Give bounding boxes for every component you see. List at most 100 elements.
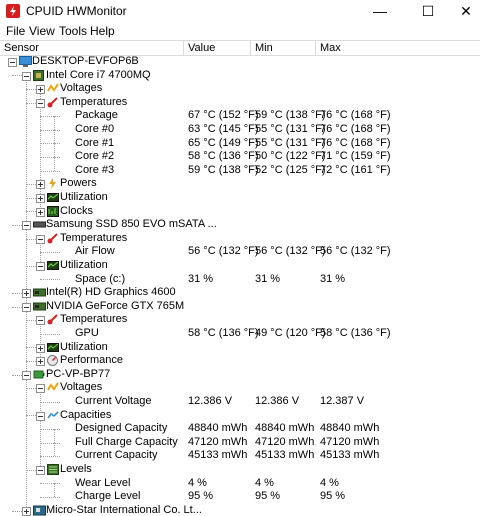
sensor-row[interactable]: Core #1 65 °C (149 °F) 55 °C (131 °F) 76 °C… — [0, 137, 480, 151]
temperature-icon — [47, 97, 58, 108]
menu-tools[interactable]: Tools — [59, 24, 87, 38]
sensor-max: 12.387 V — [320, 395, 365, 407]
sensor-label: Powers — [60, 177, 97, 190]
collapse-icon[interactable] — [22, 370, 31, 380]
sensor-row[interactable]: Package 67 °C (152 °F) 59 °C (138 °F) 76 °C… — [0, 109, 480, 123]
tree-node[interactable]: Performance — [0, 354, 480, 368]
sensor-max: 31 % — [320, 272, 346, 285]
collapse-icon[interactable] — [36, 466, 45, 475]
menu-help[interactable]: Help — [90, 24, 115, 38]
sensor-min: 59 °C (138 °F) — [255, 109, 326, 122]
sensor-row[interactable]: Designed Capacity 48840 mWh 48840 mWh 48840… — [0, 422, 480, 436]
minimize-button[interactable]: — — [360, 0, 400, 22]
expand-icon[interactable] — [36, 85, 45, 95]
collapse-icon[interactable] — [22, 302, 31, 312]
sensor-row[interactable]: Core #0 63 °C (145 °F) 55 °C (131 °F) 76 °C… — [0, 123, 480, 137]
tree-node[interactable]: Utilization — [0, 259, 480, 273]
voltage-icon — [47, 382, 59, 393]
tree-node[interactable]: Intel(R) HD Graphics 4600 — [0, 286, 480, 300]
app-logo-icon — [6, 4, 20, 18]
tree-node[interactable]: Micro-Star International Co. Lt... — [0, 504, 480, 516]
sensor-max: 76 °C (168 °F) — [320, 136, 391, 149]
tree-node[interactable]: Temperatures — [0, 313, 480, 327]
expand-icon[interactable] — [36, 357, 45, 367]
expand-icon[interactable] — [22, 506, 31, 516]
collapse-icon[interactable] — [8, 58, 17, 67]
sensor-row[interactable]: Charge Level 95 % 95 % 95 % — [0, 490, 480, 504]
collapse-icon[interactable] — [36, 411, 45, 421]
sensor-max: 47120 mWh — [320, 435, 380, 448]
tree-node[interactable]: DESKTOP-EVFOP6B — [0, 55, 480, 69]
sensor-row[interactable]: Current Capacity 45133 mWh 45133 mWh 45133 … — [0, 449, 480, 463]
tree-node[interactable]: Samsung SSD 850 EVO mSATA ... — [0, 218, 480, 232]
sensor-label: Voltages — [60, 82, 103, 95]
sensor-row[interactable]: Core #3 59 °C (138 °F) 52 °C (125 °F) 72 °C… — [0, 164, 480, 178]
column-min[interactable]: Min — [250, 41, 315, 55]
sensor-row[interactable]: Current Voltage 12.386 V 12.386 V 12.387 V — [0, 395, 480, 409]
expand-icon[interactable] — [36, 194, 45, 203]
clock-icon — [47, 205, 59, 217]
menu-view[interactable]: View — [29, 24, 55, 38]
tree-node[interactable]: Utilization — [0, 191, 480, 205]
sensor-label: Temperatures — [60, 313, 128, 326]
utilization-icon — [47, 192, 59, 203]
tree-node[interactable]: Clocks — [0, 205, 480, 219]
utilization-icon — [47, 342, 59, 353]
sensor-label: GPU — [75, 327, 99, 339]
sensor-tree[interactable]: DESKTOP-EVFOP6B Intel Core i7 4700MQ Volta… — [0, 55, 480, 516]
expand-icon[interactable] — [22, 289, 31, 299]
levels-icon — [47, 464, 59, 475]
sensor-min: 56 °C (132 °F) — [255, 245, 326, 258]
collapse-icon[interactable] — [36, 234, 45, 244]
tree-node[interactable]: Capacities — [0, 409, 480, 423]
tree-node[interactable]: Temperatures — [0, 232, 480, 246]
collapse-icon[interactable] — [36, 98, 45, 108]
menu-file[interactable]: File — [6, 24, 25, 38]
sensor-label: Air Flow — [75, 245, 115, 258]
tree-node[interactable]: PC-VP-BP77 — [0, 368, 480, 382]
sensor-label: Temperatures — [60, 95, 128, 108]
collapse-icon[interactable] — [36, 316, 45, 326]
tree-node[interactable]: Voltages — [0, 82, 480, 96]
sensor-value: 48840 mWh — [188, 422, 248, 435]
expand-icon[interactable] — [36, 180, 45, 190]
expand-icon[interactable] — [36, 207, 45, 217]
sensor-row[interactable]: Air Flow 56 °C (132 °F) 56 °C (132 °F) 56 °… — [0, 245, 480, 259]
gpu-icon — [33, 287, 46, 298]
sensor-label: Capacities — [60, 408, 112, 421]
sensor-max: 72 °C (161 °F) — [320, 163, 391, 176]
collapse-icon[interactable] — [22, 71, 31, 81]
battery-icon — [33, 369, 45, 380]
sensor-value: 58 °C (136 °F) — [188, 327, 259, 339]
sensor-row[interactable]: Core #2 58 °C (136 °F) 50 °C (122 °F) 71 °C… — [0, 150, 480, 164]
sensor-min: 47120 mWh — [255, 435, 315, 448]
column-value[interactable]: Value — [183, 41, 250, 55]
maximize-button[interactable]: ☐ — [408, 0, 448, 22]
sensor-label: Utilization — [60, 340, 108, 353]
capacity-icon — [47, 410, 59, 421]
ssd-icon — [33, 219, 46, 230]
column-sensor[interactable]: Sensor — [0, 41, 183, 55]
collapse-icon[interactable] — [36, 384, 45, 394]
tree-node[interactable]: Temperatures — [0, 96, 480, 110]
sensor-value: 63 °C (145 °F) — [188, 123, 259, 135]
tree-node[interactable]: Voltages — [0, 381, 480, 395]
utilization-icon — [47, 260, 59, 271]
tree-node[interactable]: NVIDIA GeForce GTX 765M — [0, 300, 480, 314]
expand-icon[interactable] — [36, 343, 45, 353]
tree-node[interactable]: Levels — [0, 463, 480, 477]
sensor-max: 56 °C (132 °F) — [320, 245, 391, 258]
collapse-icon[interactable] — [22, 221, 31, 231]
collapse-icon[interactable] — [36, 262, 45, 271]
sensor-row[interactable]: Wear Level 4 % 4 % 4 % — [0, 477, 480, 491]
sensor-row[interactable]: Space (c:) 31 % 31 % 31 % — [0, 273, 480, 287]
sensor-row[interactable]: GPU 58 °C (136 °F) 49 °C (120 °F) 58 °C (13… — [0, 327, 480, 341]
close-button[interactable]: ✕ — [446, 0, 480, 22]
tree-node[interactable]: Utilization — [0, 341, 480, 355]
tree-node[interactable]: Intel Core i7 4700MQ — [0, 69, 480, 83]
sensor-max: 45133 mWh — [320, 449, 380, 462]
sensor-label: Full Charge Capacity — [75, 435, 178, 448]
tree-node[interactable]: Powers — [0, 177, 480, 191]
sensor-row[interactable]: Full Charge Capacity 47120 mWh 47120 mWh 47… — [0, 436, 480, 450]
column-max[interactable]: Max — [315, 41, 480, 55]
